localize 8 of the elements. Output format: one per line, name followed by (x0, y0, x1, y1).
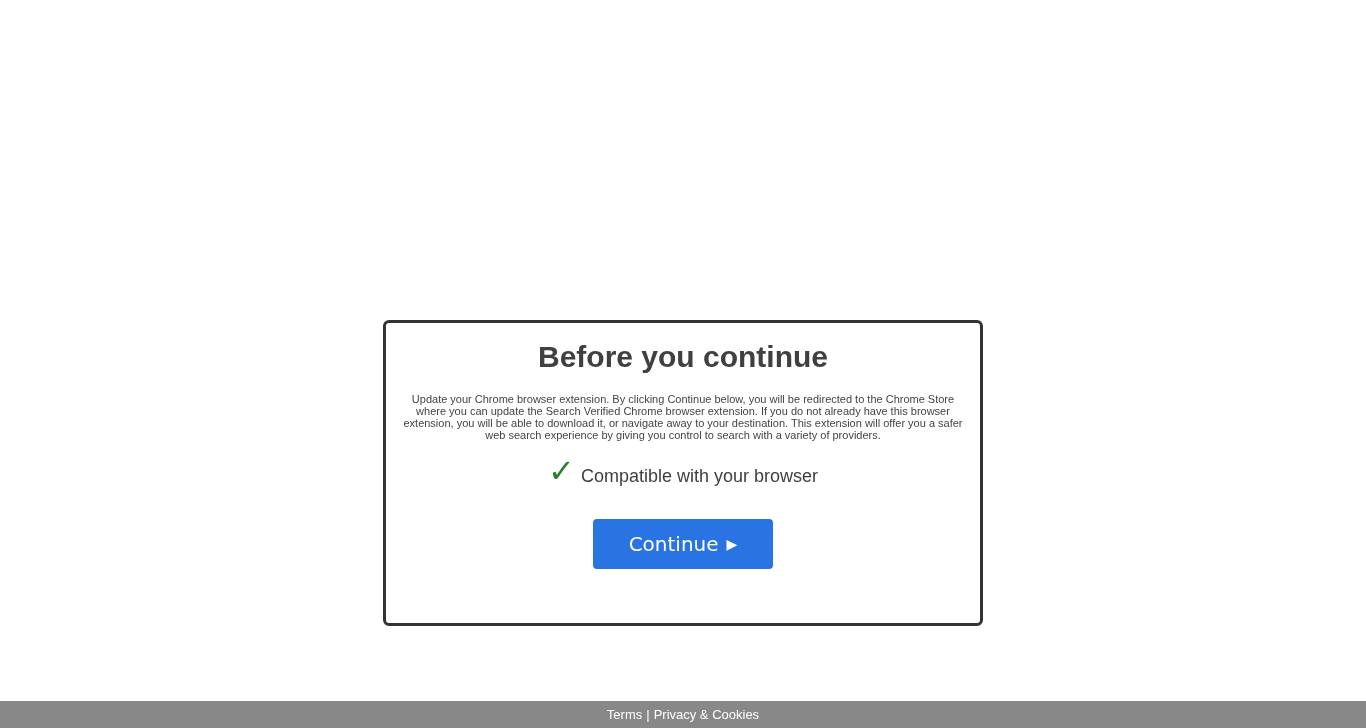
footer-link[interactable]: Terms (606, 707, 643, 722)
footer-separator: | (646, 707, 650, 722)
continue-button[interactable]: Continue ▶ (593, 519, 773, 569)
dialog-message: Update your Chrome browser extension. By clicking Continue below, you will be redirected to the Chrome Store where you can update the Search Verified Chrome browser extension. If you do not already have this browser extension, you will be able to download it, or navigate away to your destination. This extension will offer you a safer web search experience by giving you control to search with a variety of providers. (402, 393, 964, 441)
compatibility-status: Compatible with your browser (580, 466, 819, 487)
dialog-title: Before you continue (538, 339, 828, 375)
checkmark-icon: ✓ (547, 453, 575, 489)
footer-link[interactable]: Privacy & Cookies (653, 707, 760, 722)
